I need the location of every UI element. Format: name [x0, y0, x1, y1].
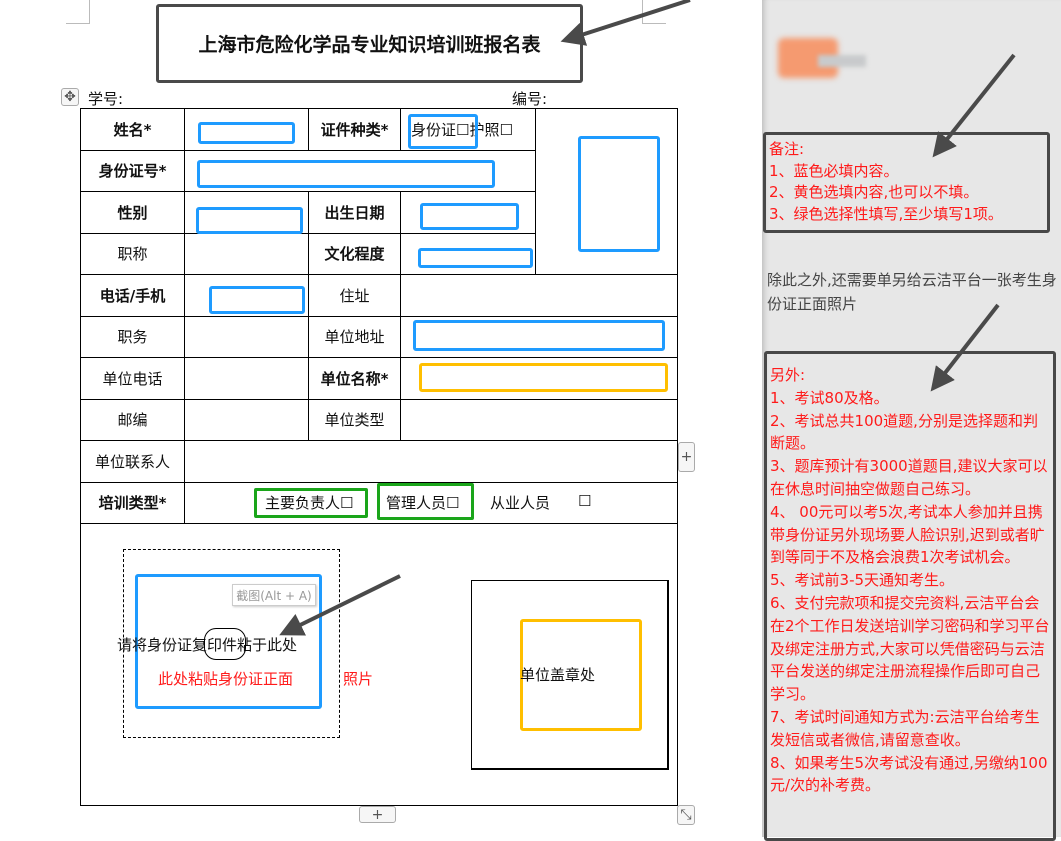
- arrow-icon: [932, 53, 1016, 158]
- annotation-arrows: [279, 0, 1016, 636]
- arrow-icon: [279, 574, 401, 636]
- arrow-icon: [930, 303, 1000, 392]
- arrow-icon: [560, 0, 691, 46]
